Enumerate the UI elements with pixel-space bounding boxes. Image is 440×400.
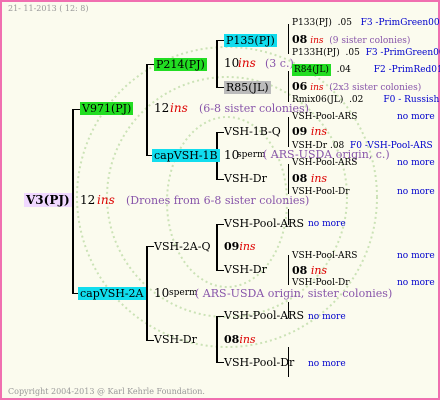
connector bbox=[216, 40, 224, 41]
connector bbox=[216, 224, 224, 225]
vsh1bq-year: 09 ins bbox=[292, 125, 328, 138]
vshpooldr2[interactable]: VSH-Pool-Dr no more bbox=[292, 279, 435, 288]
connector bbox=[288, 255, 289, 285]
queen-vshdr3[interactable]: VSH-Dr bbox=[224, 264, 267, 275]
p133hpj[interactable]: P133H(PJ) .05 F3 -PrimGreen00 bbox=[292, 49, 440, 58]
r84jl[interactable]: R84(JL) .04 F2 -PrimRed01 bbox=[292, 64, 440, 76]
queen-capvsh2a[interactable]: capVSH-2A bbox=[78, 287, 146, 300]
rmix06[interactable]: Rmix06(JL) .02 F0 - Russish bbox=[292, 96, 439, 105]
queen-p214[interactable]: P214(PJ) bbox=[154, 58, 207, 71]
queen-vshdr1[interactable]: VSH-Dr bbox=[224, 173, 267, 184]
queen-p135[interactable]: P135(PJ) bbox=[224, 34, 277, 47]
connector bbox=[216, 362, 224, 363]
capvsh1b-sperm: sperm bbox=[237, 150, 266, 160]
p214-ins: ins bbox=[238, 56, 256, 70]
connector bbox=[146, 340, 154, 341]
queen-vsh2aq[interactable]: VSH-2A-Q bbox=[154, 241, 210, 252]
date-stamp: 21- 11-2013 ( 12: 8) bbox=[8, 4, 89, 13]
root-year: 12 bbox=[80, 193, 96, 207]
connector bbox=[288, 71, 289, 102]
connector bbox=[288, 164, 289, 194]
queen-r85[interactable]: R85(JL) bbox=[224, 81, 271, 94]
v971-year: 12 bbox=[154, 101, 170, 115]
vshpoolars1[interactable]: VSH-Pool-ARS no more bbox=[292, 113, 435, 122]
ins08c: 08 ins bbox=[292, 264, 328, 277]
ins08b: 08 ins bbox=[292, 172, 328, 185]
pedigree-frame: 21- 11-2013 ( 12: 8) Copyright 2004-2013… bbox=[0, 0, 440, 400]
root-note: (Drones from 6-8 sister colonies) bbox=[126, 194, 310, 207]
ins06: 06 ins (2x3 sister colonies) bbox=[292, 80, 422, 93]
connector bbox=[216, 132, 224, 133]
queen-vsh1bq[interactable]: VSH-1B-Q bbox=[224, 126, 281, 137]
connector bbox=[72, 109, 80, 110]
connector bbox=[146, 64, 148, 155]
vshpoolars4[interactable]: VSH-Pool-ARS no more bbox=[292, 252, 435, 261]
vshdr08[interactable]: VSH-Dr .08 F0 -VSH-Pool-ARS bbox=[292, 142, 433, 151]
connector bbox=[72, 109, 74, 294]
vsh2aq-year: 09ins bbox=[224, 240, 256, 253]
vshpooldr1[interactable]: VSH-Pool-Dr no more bbox=[292, 188, 435, 197]
connector bbox=[216, 316, 224, 317]
vshdr2-year: 08ins bbox=[224, 333, 256, 346]
queen-v971[interactable]: V971(PJ) bbox=[80, 102, 134, 115]
connector bbox=[216, 270, 224, 271]
copyright: Copyright 2004-2013 @ Karl Kehrle Founda… bbox=[8, 387, 205, 396]
queen-vshdr2[interactable]: VSH-Dr bbox=[154, 334, 197, 345]
capvsh2a-note: ( ARS-USDA origin, sister colonies) bbox=[195, 287, 393, 300]
p214-note: (3 c.) bbox=[265, 57, 294, 70]
p214-year: 10 bbox=[224, 56, 240, 70]
capvsh2a-year: 10 bbox=[154, 286, 170, 300]
queen-vshpooldr3[interactable]: VSH-Pool-Dr no more bbox=[224, 357, 346, 369]
queen-capvsh1b[interactable]: capVSH-1B bbox=[152, 149, 220, 162]
queen-vshpoolars5[interactable]: VSH-Pool-ARS no more bbox=[224, 310, 346, 322]
connector bbox=[146, 246, 148, 340]
ins08a: 08 ins (9 sister colonies) bbox=[292, 33, 411, 46]
v971-ins: ins bbox=[170, 101, 188, 115]
connector bbox=[288, 24, 289, 54]
connector bbox=[216, 87, 224, 88]
queen-vshpoolars3[interactable]: VSH-Pool-ARS no more bbox=[224, 218, 346, 229]
connector bbox=[146, 64, 154, 65]
root-ins: ins bbox=[97, 193, 115, 207]
capvsh2a-sperm: sperm bbox=[169, 288, 198, 298]
root-node[interactable]: V3(PJ) bbox=[24, 193, 72, 207]
connector bbox=[288, 117, 289, 147]
vshpoolars2[interactable]: VSH-Pool-ARS no more bbox=[292, 159, 435, 168]
connector bbox=[216, 316, 218, 363]
connector bbox=[216, 179, 224, 180]
p133pj[interactable]: P133(PJ) .05 F3 -PrimGreen00 bbox=[292, 19, 440, 28]
connector bbox=[146, 246, 154, 247]
connector bbox=[216, 40, 218, 88]
connector bbox=[216, 224, 218, 271]
